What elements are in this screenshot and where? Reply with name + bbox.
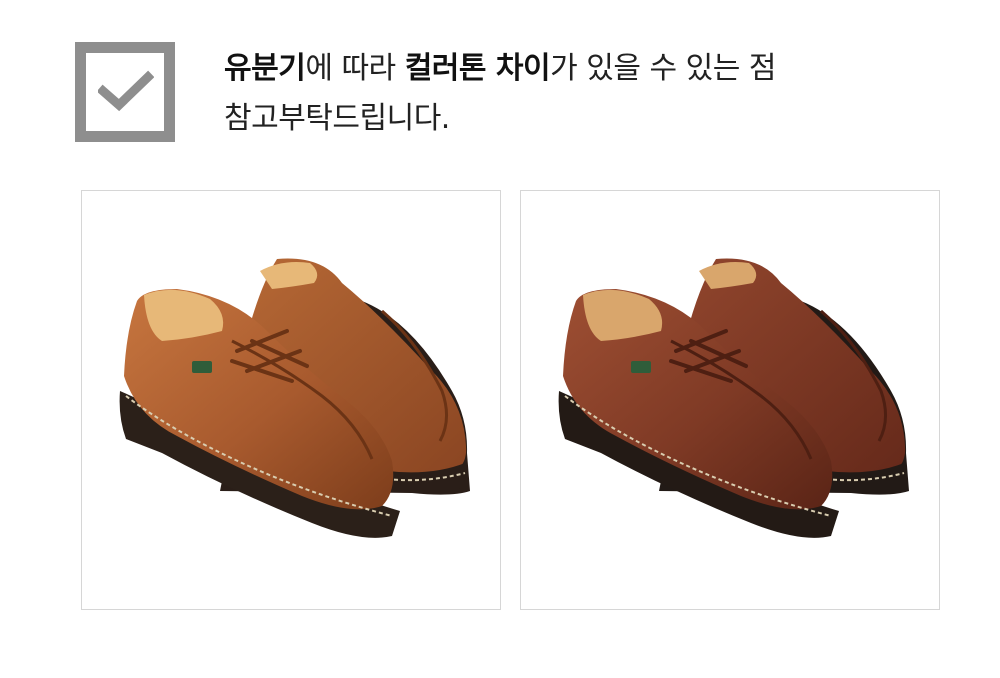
notice-line-1: 유분기에 따라 컬러톤 차이가 있을 수 있는 점 [224, 44, 964, 94]
notice-text-2: 가 있을 수 있는 점 [550, 51, 776, 86]
notice-text-1: 에 따라 [305, 51, 405, 86]
shoe-photo-light [81, 190, 501, 610]
checkmark-icon [98, 70, 154, 112]
notice-emphasis-tone: 컬러톤 차이 [404, 51, 551, 86]
shoe-photo-dark [520, 190, 940, 610]
notice-line-2: 참고부탁드립니다. [224, 101, 450, 136]
color-tone-notice: 유분기에 따라 컬러톤 차이가 있을 수 있는 점 참고부탁드립니다. [224, 44, 964, 144]
checkbox-icon [75, 42, 175, 142]
notice-emphasis-oil: 유분기 [224, 51, 306, 86]
